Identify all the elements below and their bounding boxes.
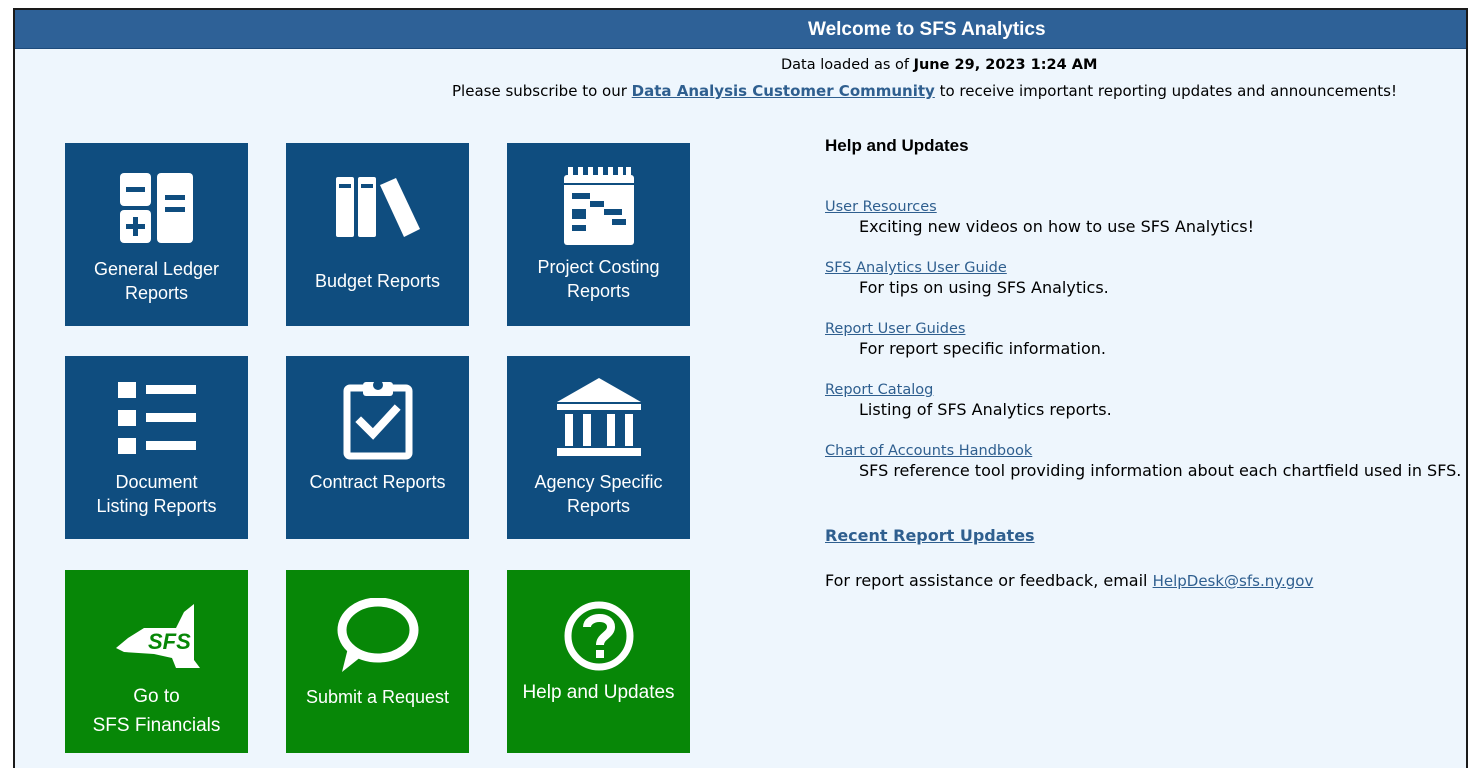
resource-description: Exciting new videos on how to use SFS An… [859,217,1254,236]
tile-label-line2: Reports [124,283,189,303]
government-building-icon [507,378,690,458]
tile-project-costing-reports[interactable]: Project Costing Reports [507,143,690,326]
resource-item: SFS Analytics User Guide For tips on usi… [825,257,1109,297]
assistance-text: For report assistance or feedback, email… [825,571,1314,590]
helpdesk-email-link[interactable]: HelpDesk@sfs.ny.gov [1153,572,1314,590]
tile-go-to-sfs-financials[interactable]: SFS Go to SFS Financials [65,570,248,753]
resource-item: Report User Guides For report specific i… [825,318,1106,358]
tile-submit-a-request[interactable]: Submit a Request [286,570,469,753]
chart-of-accounts-link[interactable]: Chart of Accounts Handbook [825,443,1032,459]
user-resources-link[interactable]: User Resources [825,199,937,215]
list-icon [65,380,248,456]
tile-label-line1: Document [115,472,198,492]
tile-label-line1: Budget Reports [314,271,441,291]
tile-label-line1: General Ledger [93,259,220,279]
tile-document-listing-reports[interactable]: Document Listing Reports [65,356,248,539]
resource-item: User Resources Exciting new videos on ho… [825,196,1254,236]
resource-description: For report specific information. [859,339,1107,358]
tile-help-and-updates[interactable]: Help and Updates [507,570,690,753]
data-loaded-datetime: June 29, 2023 1:24 AM [913,57,1098,73]
resource-item: Chart of Accounts Handbook SFS reference… [825,440,1461,480]
data-loaded-text: Data loaded as of June 29, 2023 1:24 AM [781,57,1098,73]
page-title: Welcome to SFS Analytics [808,19,1046,40]
tile-label-line1: Go to [133,686,180,707]
tile-label-line1: Project Costing [537,257,660,277]
report-user-guides-link[interactable]: Report User Guides [825,321,965,337]
calculator-icon [65,171,248,247]
tile-label-line2: SFS Financials [92,715,221,736]
tile-label-line1: Submit a Request [305,687,450,707]
resource-description: For tips on using SFS Analytics. [859,278,1109,297]
tile-label-line1: Agency Specific [534,472,663,492]
tile-label-line2: Reports [566,496,631,516]
tile-label-line2: Reports [566,281,631,301]
resource-description: Listing of SFS Analytics reports. [859,400,1112,419]
tile-budget-reports[interactable]: Budget Reports [286,143,469,326]
tile-label-line1: Help and Updates [522,682,675,703]
main-panel: Welcome to SFS Analytics Data loaded as … [13,8,1468,768]
books-icon [286,175,469,241]
welcome-banner: Welcome to SFS Analytics [15,10,1466,49]
tile-agency-specific-reports[interactable]: Agency Specific Reports [507,356,690,539]
tile-label-line2: Listing Reports [96,496,217,516]
user-guide-link[interactable]: SFS Analytics User Guide [825,260,1007,276]
sfs-state-logo-icon: SFS [65,598,248,670]
gantt-calendar-icon [507,167,690,247]
svg-text:SFS: SFS [148,629,191,654]
tile-general-ledger-reports[interactable]: General Ledger Reports [65,143,248,326]
resource-description: SFS reference tool providing information… [859,461,1462,480]
tile-label-line1: Contract Reports [309,472,446,492]
help-panel: Help and Updates User Resources Exciting… [825,136,1465,590]
recent-report-updates-link[interactable]: Recent Report Updates [825,526,1035,545]
speech-bubble-icon [286,598,469,676]
clipboard-check-icon [286,378,469,460]
tile-contract-reports[interactable]: Contract Reports [286,356,469,539]
report-catalog-link[interactable]: Report Catalog [825,382,933,398]
community-link[interactable]: Data Analysis Customer Community [632,82,935,100]
subscribe-text: Please subscribe to our Data Analysis Cu… [452,82,1398,100]
resource-item: Report Catalog Listing of SFS Analytics … [825,379,1112,419]
question-circle-icon [507,600,690,672]
help-heading: Help and Updates [825,136,969,155]
